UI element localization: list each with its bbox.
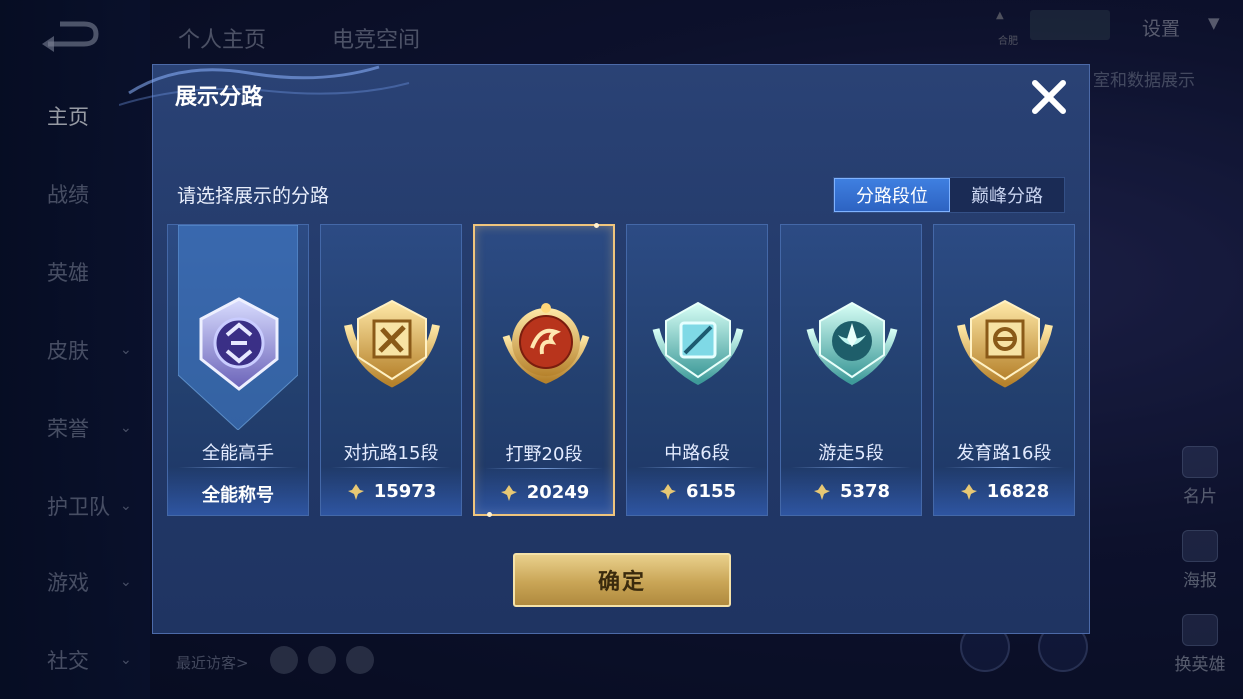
divider <box>637 467 757 468</box>
roam-badge-icon <box>802 295 902 395</box>
selection-prompt: 请选择展示的分路 <box>177 185 330 207</box>
lane-score-value: 5378 <box>839 481 891 502</box>
battle-power-icon <box>347 483 364 500</box>
lane-name: 全能高手 <box>202 443 274 464</box>
battle-power-icon <box>960 483 977 500</box>
tab-peak-lane[interactable]: 巅峰分路 <box>950 178 1064 212</box>
lane-score: 20249 <box>475 482 613 503</box>
lane-score-value: 全能称号 <box>202 485 274 506</box>
lane-card[interactable]: 发育路16段 16828 <box>933 224 1075 516</box>
battle-power-icon <box>813 483 830 500</box>
divider <box>485 468 603 469</box>
close-icon[interactable] <box>1029 77 1069 117</box>
lane-score-value: 20249 <box>526 482 590 503</box>
lane-name: 中路6段 <box>664 443 730 464</box>
lane-card[interactable]: 打野20段 20249 <box>473 223 615 517</box>
lane-score: 16828 <box>934 481 1074 502</box>
lane-score-value: 15973 <box>373 481 437 502</box>
clash-lane-badge-icon <box>342 295 442 395</box>
tab-lane-rank[interactable]: 分路段位 <box>834 178 950 212</box>
corner-sparkle <box>594 223 599 228</box>
battle-power-icon <box>659 483 676 500</box>
lane-card[interactable]: 游走5段 5378 <box>780 224 922 516</box>
lane-name: 发育路16段 <box>956 443 1052 464</box>
corner-sparkle <box>487 512 492 517</box>
jungle-badge-icon <box>496 296 596 396</box>
cloud-ornament-icon <box>119 65 410 106</box>
lane-score: 5378 <box>781 481 921 502</box>
lane-score: 6155 <box>627 481 767 502</box>
lane-score-value: 16828 <box>986 481 1050 502</box>
divider <box>791 467 911 468</box>
mid-lane-badge-icon <box>648 295 748 395</box>
divider <box>178 467 298 468</box>
lane-name: 对抗路15段 <box>343 443 439 464</box>
lane-card[interactable]: 中路6段 6155 <box>626 224 768 516</box>
farm-lane-badge-icon <box>955 295 1055 395</box>
lane-type-toggle: 分路段位 巅峰分路 <box>833 177 1065 213</box>
divider <box>944 467 1064 468</box>
lane-score: 全能称号 <box>168 481 308 507</box>
battle-power-icon <box>500 484 517 501</box>
lane-score: 15973 <box>321 481 461 502</box>
lane-card[interactable]: 全能高手 全能称号 <box>167 224 309 516</box>
modal-title: 展示分路 <box>175 85 264 110</box>
lane-name: 游走5段 <box>818 443 884 464</box>
lane-name: 打野20段 <box>505 444 583 465</box>
lane-card[interactable]: 对抗路15段 15973 <box>320 224 462 516</box>
allround-badge-icon <box>189 295 289 395</box>
lane-display-modal: 展示分路 请选择展示的分路 分路段位 巅峰分路 全能高手 全能称号 对抗路15段 15… <box>119 64 1090 634</box>
confirm-button[interactable]: 确定 <box>513 553 731 607</box>
lane-score-value: 6155 <box>685 481 737 502</box>
divider <box>331 467 451 468</box>
